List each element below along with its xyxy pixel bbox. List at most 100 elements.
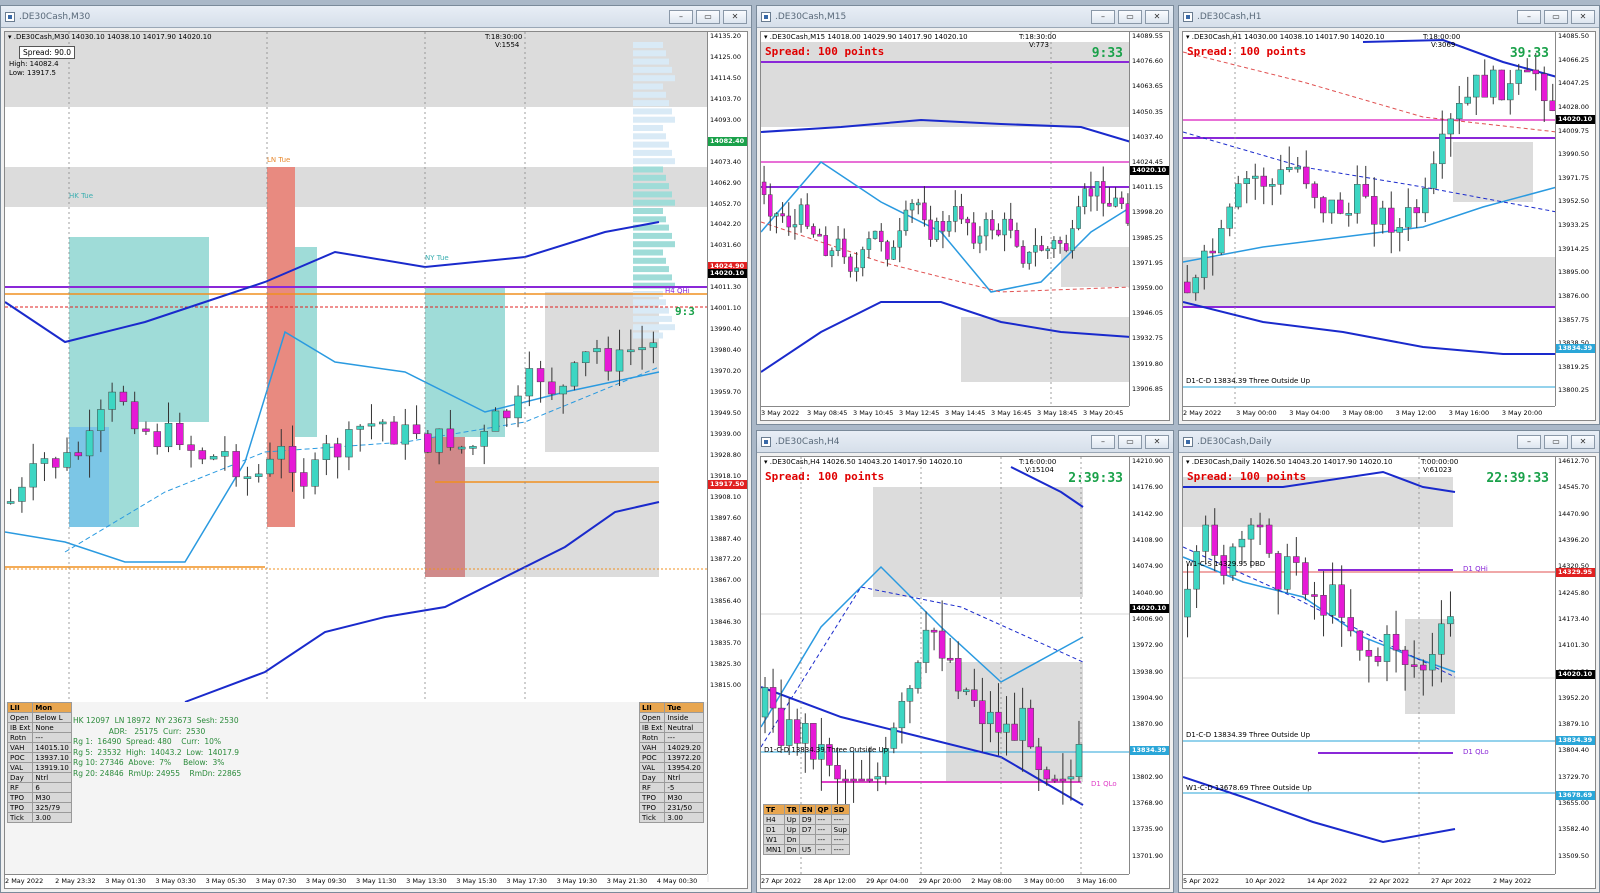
tpo-row (633, 158, 675, 165)
candle-body (1192, 277, 1199, 294)
chart-area-h1[interactable]: .DE30Cash,H1 14030.00 14038.10 14017.90 … (1182, 31, 1596, 421)
chart-area-m15[interactable]: .DE30Cash,M15 14018.00 14029.90 14017.90… (760, 31, 1170, 421)
tpo-row (633, 125, 663, 131)
table-cell: TF (763, 804, 785, 815)
price-scale[interactable]: 14089.55 14076.60 14063.65 14050.35 14037.40… (1129, 32, 1169, 406)
chart-icon (761, 11, 771, 22)
table-row: Open Below L (6, 712, 72, 723)
window-m15[interactable]: .DE30Cash,M15 – ▭ ✕ .DE30Cash,M15 14018.… (756, 5, 1174, 425)
zone-shade (1453, 142, 1533, 202)
titlebar-m30[interactable]: .DE30Cash,M30 – ▭ ✕ (1, 6, 751, 28)
window-daily[interactable]: .DE30Cash,Daily – ▭ ✕ .DE30Cash,Daily 14… (1178, 430, 1600, 893)
price-tick: 13895.00 (1558, 268, 1590, 277)
candle-body (1320, 595, 1327, 616)
candle-body (311, 459, 319, 487)
window-title: .DE30Cash,H4 (775, 436, 840, 447)
table-cell: 14015.10 (32, 742, 72, 753)
price-flag: 14020.10 (1556, 670, 1595, 680)
table-row: TPO 325/79 (6, 802, 72, 813)
table-cell: M30 (32, 792, 72, 803)
price-tick: 13946.05 (1132, 309, 1164, 318)
tpo-row (633, 241, 675, 248)
close-button[interactable]: ✕ (1571, 9, 1595, 24)
market-profile-table-tue: LII Tue Open Inside IB Ext Neutral Rotn --- VAH 1… (638, 702, 704, 823)
window-h1[interactable]: .DE30Cash,H1 – ▭ ✕ .DE30Cash,H1 14030.00… (1178, 5, 1600, 425)
window-m30[interactable]: .DE30Cash,M30 – ▭ ✕ .DE30Cash,M30 14030.… (0, 5, 752, 893)
close-button[interactable]: ✕ (1145, 9, 1169, 24)
d1-qhi-label: D1 QHi (1463, 565, 1488, 573)
price-tick: 14028.00 (1558, 102, 1590, 111)
candle-body (1082, 188, 1087, 207)
chart-area-m30[interactable]: .DE30Cash,M30 14030.10 14038.10 14017.90… (4, 31, 748, 889)
candle-body (1490, 69, 1497, 98)
tpo-row (633, 133, 666, 140)
time-tick: 3 May 08:00 (1342, 409, 1383, 417)
price-flag: 13678.69 (1556, 791, 1595, 801)
candle-body (1094, 181, 1100, 197)
candle-body (959, 206, 964, 220)
maximize-button[interactable]: ▭ (1118, 9, 1142, 24)
candle-body (1532, 69, 1539, 75)
candle-body (18, 486, 26, 502)
maximize-button[interactable]: ▭ (1544, 434, 1568, 449)
candle-body (1422, 188, 1429, 214)
tpo-row (633, 58, 669, 65)
chart-area-daily[interactable]: .DE30Cash,Daily 14026.50 14043.20 14017.… (1182, 456, 1596, 889)
candle-body (1413, 207, 1420, 214)
chart-area-h4[interactable]: .DE30Cash,H4 14026.50 14043.20 14017.90 … (760, 456, 1170, 889)
candle-body (29, 463, 37, 488)
maximize-button[interactable]: ▭ (1118, 434, 1142, 449)
time-scale[interactable]: 2 May 2022 3 May 00:00 3 May 04:00 3 May 08… (1183, 406, 1555, 420)
time-tick: 27 Apr 2022 (761, 877, 802, 885)
price-tick: 13949.50 (710, 408, 742, 417)
time-scale[interactable]: 2 May 2022 2 May 23:32 3 May 01:30 3 May 03… (5, 874, 707, 888)
titlebar-h1[interactable]: .DE30Cash,H1 – ▭ ✕ (1179, 6, 1599, 28)
minimize-button[interactable]: – (1091, 9, 1115, 24)
price-tick: 14093.00 (710, 115, 742, 124)
candle-body (977, 235, 983, 244)
close-button[interactable]: ✕ (1145, 434, 1169, 449)
candle-body (1193, 551, 1200, 590)
close-button[interactable]: ✕ (1571, 434, 1595, 449)
candle-body (858, 778, 865, 782)
volume-profile-ny (425, 437, 465, 577)
table-row: W1 Dn --- ---- (763, 834, 850, 845)
time-scale[interactable]: 5 Apr 2022 10 Apr 2022 14 Apr 2022 22 Apr 2… (1183, 874, 1555, 888)
maximize-button[interactable]: ▭ (1544, 9, 1568, 24)
minimize-button[interactable]: – (1517, 9, 1541, 24)
table-cell: TPO (638, 792, 666, 803)
candle-body (1202, 524, 1209, 552)
candle-body (503, 410, 511, 419)
candle-body (930, 629, 938, 633)
table-cell: 13954.20 (664, 762, 704, 773)
maximize-button[interactable]: ▭ (696, 9, 720, 24)
minimize-button[interactable]: – (1517, 434, 1541, 449)
tpo-row (633, 42, 663, 48)
titlebar-h4[interactable]: .DE30Cash,H4 – ▭ ✕ (757, 431, 1173, 453)
minimize-button[interactable]: – (669, 9, 693, 24)
candle-body (903, 209, 909, 232)
candle-body (1067, 776, 1075, 780)
price-scale[interactable]: 14135.20 14125.00 14114.50 14103.70 14093.00… (707, 32, 747, 874)
titlebar-daily[interactable]: .DE30Cash,Daily – ▭ ✕ (1179, 431, 1599, 453)
candle-body (1201, 250, 1208, 278)
zone-shade (873, 487, 1083, 597)
window-h4[interactable]: .DE30Cash,H4 – ▭ ✕ .DE30Cash,H4 14026.50… (756, 430, 1174, 893)
price-scale[interactable]: 14085.50 14066.25 14047.25 14028.00 14009.75… (1555, 32, 1595, 406)
time-scale[interactable]: 3 May 2022 3 May 08:45 3 May 10:45 3 May 12… (761, 406, 1129, 420)
candle-body (954, 658, 962, 692)
close-button[interactable]: ✕ (723, 9, 747, 24)
table-row: VAL 13919.10 (6, 762, 72, 773)
candle-body (1284, 556, 1291, 590)
minimize-button[interactable]: – (1091, 434, 1115, 449)
time-scale[interactable]: 27 Apr 2022 28 Apr 12:00 29 Apr 04:00 29 Ap… (761, 874, 1129, 888)
titlebar-m15[interactable]: .DE30Cash,M15 – ▭ ✕ (757, 6, 1173, 28)
candle-body (1286, 167, 1293, 170)
candle-body (1311, 183, 1318, 198)
candle-body (1464, 96, 1471, 104)
price-scale[interactable]: 14612.70 14545.70 14470.90 14396.20 14320.50… (1555, 457, 1595, 874)
time-tick: 3 May 16:00 (1448, 409, 1490, 417)
window-title: .DE30Cash,M15 (775, 11, 847, 22)
price-scale[interactable]: 14210.90 14176.90 14142.90 14108.90 14074.90… (1129, 457, 1169, 874)
candle-body (1524, 69, 1531, 73)
